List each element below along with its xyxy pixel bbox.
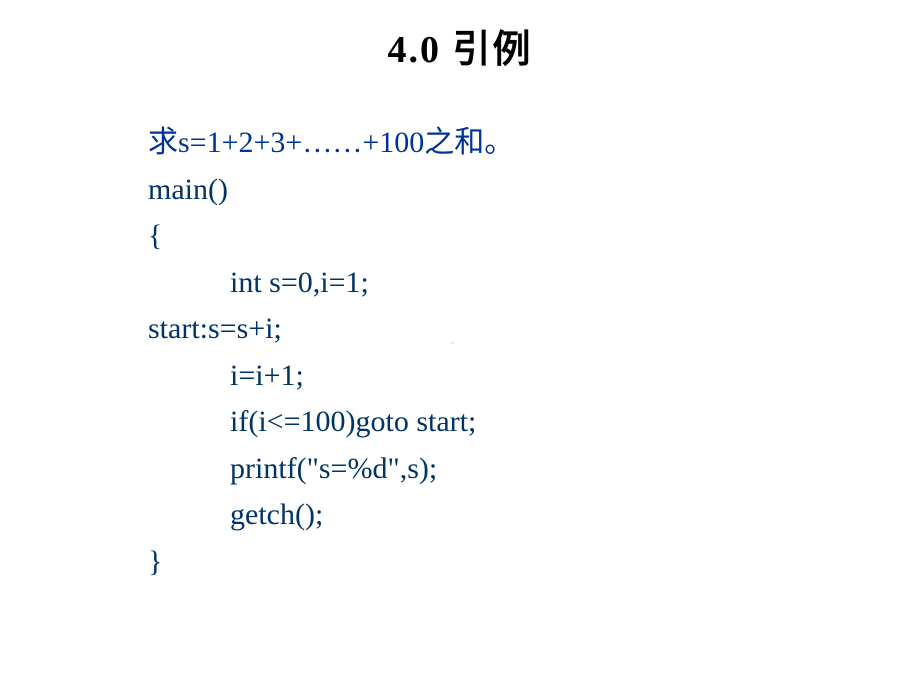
code-line-main: main() xyxy=(148,167,514,214)
code-text: int s=0,i=1; xyxy=(230,266,369,299)
slide-content: 求s=1+2+3+……+100之和。 main() { int s=0,i=1;… xyxy=(148,120,514,585)
code-line-brace-open: { xyxy=(148,213,514,260)
code-text: getch(); xyxy=(230,498,323,531)
problem-statement: 求s=1+2+3+……+100之和。 xyxy=(148,120,514,167)
slide-title: 4.0 引例 xyxy=(0,18,920,73)
watermark-dot: . xyxy=(450,328,455,349)
code-line-brace-close: } xyxy=(148,539,514,586)
code-text: printf("s=%d",s); xyxy=(230,452,437,485)
code-text: if(i<=100)goto start; xyxy=(230,405,476,438)
code-line-increment: i=i+1; xyxy=(148,353,514,400)
code-line-printf: printf("s=%d",s); xyxy=(148,446,514,493)
code-line-declaration: int s=0,i=1; xyxy=(148,260,514,307)
code-line-goto: if(i<=100)goto start; xyxy=(148,399,514,446)
code-line-getch: getch(); xyxy=(148,492,514,539)
code-line-start-label: start:s=s+i; xyxy=(148,306,514,353)
code-text: i=i+1; xyxy=(230,359,304,392)
